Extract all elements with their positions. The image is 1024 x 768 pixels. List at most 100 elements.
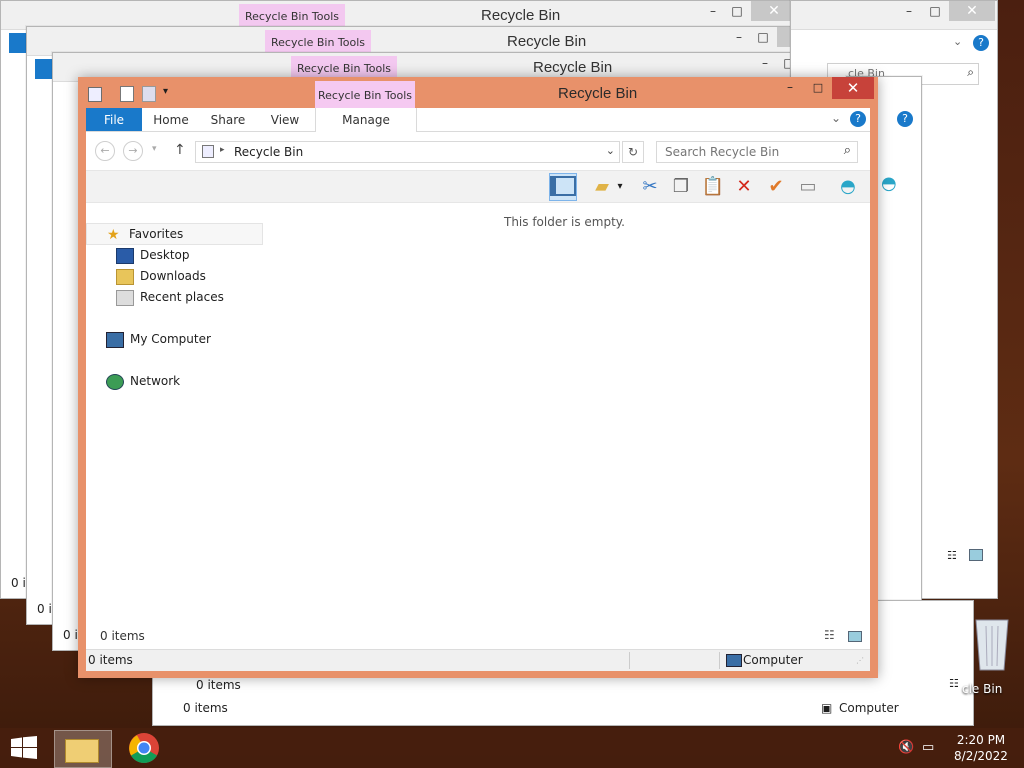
recycle-bin-icon xyxy=(88,87,102,102)
computer-icon: ▣ xyxy=(821,701,833,715)
minimize-button[interactable]: – xyxy=(776,77,804,99)
title-bar[interactable]: ▾ Recycle Bin Tools Recycle Bin – □ ✕ xyxy=(78,77,878,109)
background-window-title: Recycle Bin xyxy=(481,7,561,24)
window-client: File Home Share View Manage ⌄ ? ← → ▾ ↑ … xyxy=(86,108,870,671)
chevron-down-icon[interactable]: ⌄ xyxy=(953,35,962,48)
view-details-icon[interactable]: ☷ xyxy=(824,628,835,642)
back-button[interactable]: ← xyxy=(95,141,115,161)
maximize-button[interactable]: □ xyxy=(723,1,751,21)
paste-icon[interactable]: 📋 xyxy=(701,175,725,199)
search-box[interactable]: ⌕ xyxy=(656,141,858,163)
folder-icon xyxy=(65,739,99,763)
customize-quick-access-icon[interactable]: ▾ xyxy=(163,86,168,97)
resize-grip-icon[interactable]: ⋰ xyxy=(856,656,864,665)
tab-view[interactable]: View xyxy=(260,108,310,131)
background-status-location: Computer xyxy=(839,701,899,715)
address-dropdown-icon[interactable]: ⌄ xyxy=(606,144,615,157)
delete-icon[interactable]: ✕ xyxy=(732,175,756,199)
search-input[interactable] xyxy=(663,144,827,160)
view-large-icons-icon[interactable] xyxy=(848,631,862,642)
close-button[interactable]: ✕ xyxy=(949,1,995,21)
empty-folder-message: This folder is empty. xyxy=(504,215,625,229)
nav-favorites-label: Favorites xyxy=(129,227,184,241)
maximize-button[interactable]: □ xyxy=(804,77,832,99)
refresh-icon[interactable]: ↻ xyxy=(622,141,644,163)
clock-time: 2:20 PM xyxy=(956,733,1006,747)
chrome-taskbar-button[interactable] xyxy=(122,730,166,766)
tab-manage[interactable]: Manage xyxy=(315,108,417,132)
shell-icon[interactable]: ◓ xyxy=(881,173,897,194)
nav-network[interactable]: Network xyxy=(106,371,180,391)
computer-icon xyxy=(106,331,124,348)
folder-options-icon[interactable]: ▰ xyxy=(590,175,614,199)
up-button[interactable]: ↑ xyxy=(174,142,186,158)
navigation-pane: ★ Favorites Desktop Downloads Recent plac… xyxy=(86,202,263,632)
windows-logo-icon xyxy=(11,736,37,759)
background-window-title: Recycle Bin xyxy=(507,33,587,50)
background-status-items-2: 0 items xyxy=(183,701,228,715)
close-button[interactable]: ✕ xyxy=(832,77,874,99)
expand-ribbon-icon[interactable]: ⌄ xyxy=(831,111,841,125)
shell-icon[interactable]: ◓ xyxy=(836,175,860,199)
view-details-icon[interactable]: ☷ xyxy=(947,549,957,562)
desktop-recycle-bin[interactable]: cle Bin xyxy=(962,608,1024,698)
computer-icon xyxy=(726,654,742,667)
properties-checkmark-icon[interactable]: ✔ xyxy=(764,175,788,199)
status-divider xyxy=(719,652,720,669)
recycle-bin-icon xyxy=(202,145,214,158)
folder-options-dropdown-icon[interactable]: ▾ xyxy=(614,175,626,199)
forward-button[interactable]: → xyxy=(123,141,143,161)
recent-places-icon xyxy=(116,289,134,306)
recycle-bin-window[interactable]: ▾ Recycle Bin Tools Recycle Bin – □ ✕ Fi… xyxy=(78,77,878,678)
nav-downloads[interactable]: Downloads xyxy=(116,266,206,286)
desktop-recycle-bin-label: cle Bin xyxy=(962,682,1003,696)
search-icon[interactable]: ⌕ xyxy=(844,143,851,158)
maximize-button[interactable]: □ xyxy=(749,27,777,47)
volume-muted-icon[interactable]: 🔇 xyxy=(898,740,914,755)
address-location: Recycle Bin xyxy=(234,145,304,159)
rename-icon[interactable]: ▭ xyxy=(796,175,820,199)
window-title: Recycle Bin xyxy=(558,85,638,102)
search-icon[interactable]: ⌕ xyxy=(967,65,974,80)
address-bar[interactable]: ▸ Recycle Bin ⌄ xyxy=(195,141,620,163)
preview-pane-icon[interactable] xyxy=(549,173,577,201)
taskbar: 🔇 ▭ 2:20 PM 8/2/2022 xyxy=(0,728,1024,768)
nav-downloads-label: Downloads xyxy=(140,269,206,283)
nav-my-computer[interactable]: My Computer xyxy=(106,329,211,349)
start-button[interactable] xyxy=(10,736,38,760)
titlebar-right: – □ ✕ xyxy=(791,1,997,30)
nav-favorites[interactable]: ★ Favorites xyxy=(86,223,263,245)
clock-date: 8/2/2022 xyxy=(954,749,1008,763)
taskbar-clock[interactable]: 2:20 PM 8/2/2022 xyxy=(946,732,1016,764)
cut-icon[interactable]: ✂ xyxy=(638,175,662,199)
recycle-bin-icon xyxy=(975,619,1009,671)
copy-icon[interactable]: ❐ xyxy=(669,175,693,199)
network-tray-icon[interactable]: ▭ xyxy=(922,740,934,755)
context-tab-recycle-bin-tools[interactable]: Recycle Bin Tools xyxy=(315,81,415,109)
view-details-icon[interactable]: ☷ xyxy=(949,677,959,690)
tab-file[interactable]: File xyxy=(86,108,142,131)
status-bar: 0 items Computer ⋰ xyxy=(86,649,870,671)
maximize-button[interactable]: □ xyxy=(921,1,949,21)
chrome-icon xyxy=(129,733,159,764)
new-folder-icon[interactable] xyxy=(142,86,156,102)
breadcrumb-separator-icon[interactable]: ▸ xyxy=(220,145,225,155)
address-row: ← → ▾ ↑ ▸ Recycle Bin ⌄ ↻ ⌕ xyxy=(86,132,870,170)
tab-share[interactable]: Share xyxy=(203,108,253,131)
file-explorer-taskbar-button[interactable] xyxy=(54,730,112,768)
item-count: 0 items xyxy=(100,629,145,643)
help-icon[interactable]: ? xyxy=(897,111,913,127)
help-icon[interactable]: ? xyxy=(850,111,866,127)
minimize-button[interactable]: – xyxy=(895,1,923,21)
ribbon-tabs: File Home Share View Manage ⌄ ? xyxy=(86,108,870,132)
recent-locations-icon[interactable]: ▾ xyxy=(152,144,157,154)
desktop-icon xyxy=(116,247,134,264)
nav-recent-places-label: Recent places xyxy=(140,290,224,304)
help-icon[interactable]: ? xyxy=(973,35,989,51)
properties-icon[interactable] xyxy=(120,86,134,102)
nav-desktop[interactable]: Desktop xyxy=(116,245,190,265)
nav-recent-places[interactable]: Recent places xyxy=(116,287,224,307)
view-tiles-icon[interactable] xyxy=(969,549,983,561)
background-window-title: Recycle Bin xyxy=(533,59,613,76)
tab-home[interactable]: Home xyxy=(146,108,196,131)
